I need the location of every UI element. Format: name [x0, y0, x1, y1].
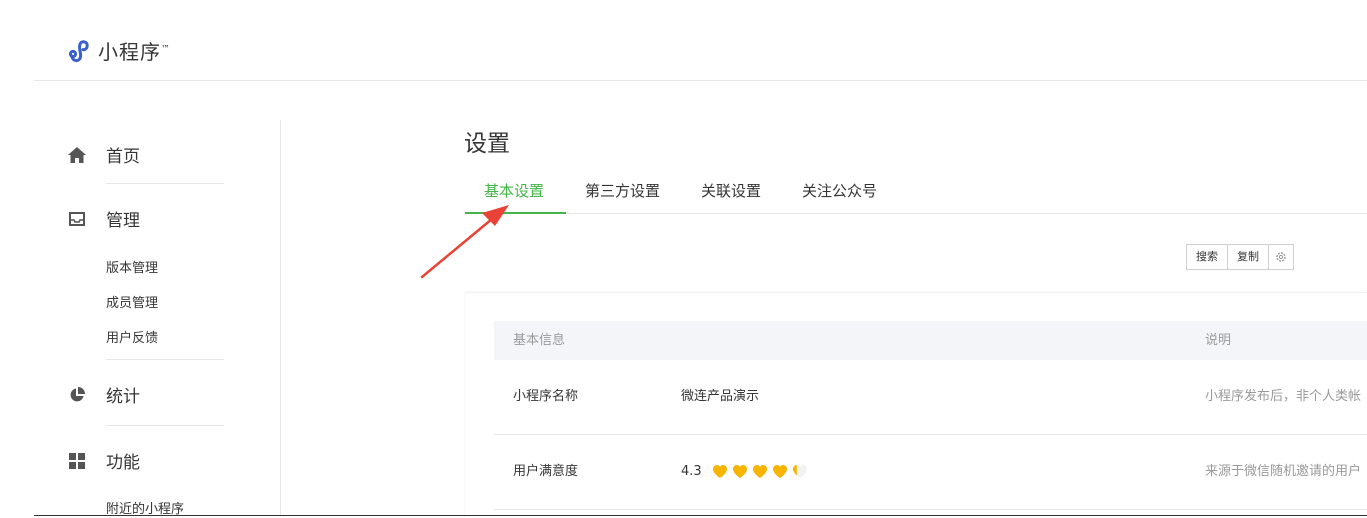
heart-icon	[732, 465, 747, 478]
row-label: 用户满意度	[513, 464, 579, 479]
home-icon	[66, 144, 88, 166]
sidebar-item-manage[interactable]: 管理	[66, 206, 140, 231]
app-name: 小程序™	[98, 40, 171, 64]
top-header: 小程序™	[0, 0, 1367, 80]
grid-icon	[66, 450, 88, 472]
sidebar-item-features[interactable]: 功能	[66, 448, 140, 473]
table-row: 用户满意度 4.3 来源于微信随机邀请的用户	[494, 435, 1367, 510]
tab-follow-official-account[interactable]: 关注公众号	[802, 180, 877, 201]
inbox-icon	[66, 208, 88, 230]
tab-basic-settings[interactable]: 基本设置	[484, 180, 544, 201]
column-header-basic-info: 基本信息	[513, 333, 566, 348]
column-header-description: 说明	[1205, 333, 1232, 348]
header-divider	[34, 80, 1367, 81]
heart-icon	[792, 465, 807, 478]
sidebar-item-members[interactable]: 成员管理	[106, 292, 158, 311]
sidebar-item-home[interactable]: 首页	[66, 142, 140, 167]
logo[interactable]: 小程序™	[68, 36, 171, 65]
toolbar: 搜索 复制	[1186, 244, 1294, 270]
rating-hearts	[712, 464, 812, 479]
gear-icon[interactable]	[1268, 245, 1293, 269]
tabs-divider	[465, 213, 1367, 214]
page-title: 设置	[464, 131, 510, 157]
sidebar-divider	[106, 359, 224, 360]
search-button[interactable]: 搜索	[1187, 245, 1227, 269]
row-label: 小程序名称	[513, 389, 579, 404]
row-description: 小程序发布后，非个人类帐	[1205, 389, 1362, 404]
sidebar-divider	[106, 425, 224, 426]
table-row: 小程序名称 微连产品演示 小程序发布后，非个人类帐	[494, 360, 1367, 435]
sidebar-border	[280, 120, 281, 515]
heart-icon	[772, 465, 787, 478]
rating-value: 4.3	[681, 464, 702, 479]
bottom-border	[34, 515, 1367, 516]
copy-button[interactable]: 复制	[1227, 245, 1268, 269]
tab-third-party-settings[interactable]: 第三方设置	[585, 180, 660, 201]
sidebar-item-version[interactable]: 版本管理	[106, 257, 158, 276]
miniprogram-logo-icon	[68, 39, 89, 62]
sidebar-divider	[106, 183, 224, 184]
heart-icon	[752, 465, 767, 478]
row-description: 来源于微信随机邀请的用户	[1205, 464, 1362, 479]
tab-link-settings[interactable]: 关联设置	[701, 180, 761, 201]
pie-chart-icon	[66, 384, 88, 406]
sidebar: 首页 管理 版本管理 成员管理 用户反馈 统计 功能 附近的小程序	[66, 120, 281, 517]
active-tab-indicator	[465, 212, 566, 214]
heart-icon	[712, 465, 727, 478]
row-value: 微连产品演示	[681, 389, 760, 404]
sidebar-item-feedback[interactable]: 用户反馈	[106, 327, 158, 346]
table-header: 基本信息 说明	[494, 321, 1367, 360]
sidebar-item-stats[interactable]: 统计	[66, 382, 140, 407]
rating-cell: 4.3	[681, 435, 812, 509]
